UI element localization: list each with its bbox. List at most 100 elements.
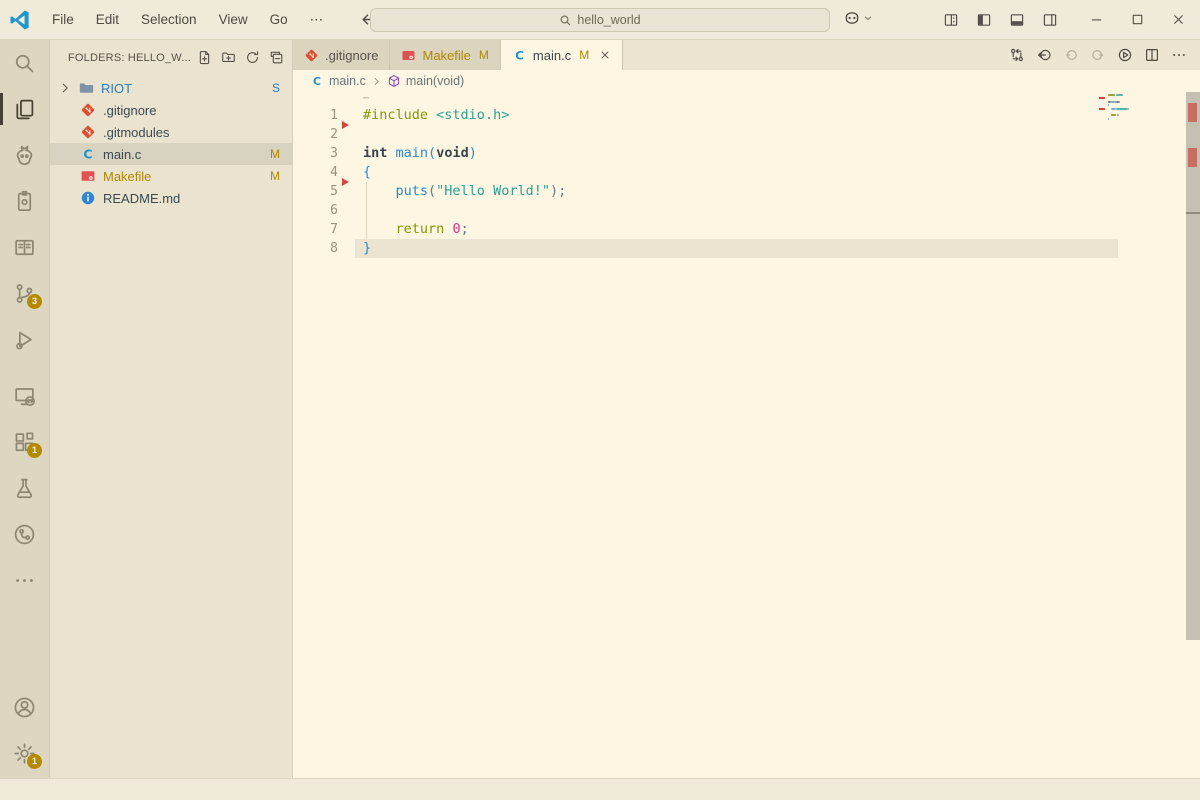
code-token: main [395,145,429,161]
code-token: ( [428,145,437,161]
ellipsis-icon [13,569,36,592]
overview-deleted-marker [1188,148,1197,167]
git-status-badge: M [270,169,280,183]
sidebar-item-makefile[interactable]: Makefile M [50,165,292,187]
activity-item-explorer[interactable] [0,86,49,132]
collapse-all-icon[interactable] [269,50,284,65]
code-line-6[interactable]: 6 [293,201,1200,220]
code-line-3[interactable]: 3 int main(void) [293,144,1200,163]
fold-ellipsis[interactable]: ⋯ [293,92,1200,106]
activity-item-dev-board[interactable] [0,178,49,224]
activity-item-settings[interactable]: 1 [0,730,49,776]
sidebar-item-gitmodules[interactable]: .gitmodules [50,121,292,143]
activity-item-raspberry-pi[interactable] [0,132,49,178]
code-token: ); [549,183,567,199]
menu-view[interactable]: View [208,12,259,28]
activity-item-run-debug[interactable] [0,316,49,362]
activity-item-more[interactable] [0,557,49,603]
info-icon [80,190,96,206]
tab-modified-badge: M [579,48,590,62]
tabs: .gitignore Makefile M Cmain.c M [293,40,624,70]
sidebar-item-gitignore[interactable]: .gitignore [50,99,292,121]
compare-changes-icon[interactable] [1009,47,1025,63]
refresh-icon[interactable] [245,50,260,65]
breadcrumb[interactable]: Cmain.c main(void) [293,70,1200,92]
tab-label: .gitignore [325,47,379,63]
vscode-logo-icon [9,9,31,31]
code-token: "Hello World!" [436,183,550,199]
activity-item-accounts[interactable] [0,684,49,730]
activity-badge: 1 [27,443,42,458]
activity-item-search[interactable] [0,40,49,86]
tab-main-c[interactable]: Cmain.c M [500,40,624,70]
svg-text:C: C [83,146,92,161]
editor-scrollbar[interactable] [1186,92,1200,640]
circle-prev-icon[interactable] [1063,47,1079,63]
command-search-box[interactable]: hello_world [370,8,830,32]
code-token: { [363,164,372,180]
activity-item-remote-explorer[interactable] [0,373,49,419]
status-bar [0,778,1200,800]
code-token: return [395,221,445,237]
close-icon[interactable] [599,49,611,61]
breadcrumb-item-main-c[interactable]: main.c [329,74,366,88]
close-icon[interactable] [1171,12,1186,27]
sidebar-item-readme-md[interactable]: README.md [50,187,292,209]
activity-item-source-control[interactable]: 3 [0,270,49,316]
menu-file[interactable]: File [41,12,85,28]
raspberry-icon [13,144,36,167]
file-label: .gitignore [103,102,157,118]
minimize-icon[interactable] [1089,12,1104,27]
sidebar-title: FOLDERS: HELLO_W... [68,51,192,64]
copilot-menu[interactable] [843,9,873,27]
code-line-1[interactable]: 1 #include <stdio.h> [293,106,1200,125]
activity-item-source-control-graph[interactable] [0,511,49,557]
menu-selection[interactable]: Selection [130,12,208,28]
activity-item-extensions[interactable]: 1 [0,419,49,465]
code-token: <stdio.h> [436,107,510,123]
new-file-icon[interactable] [197,50,212,65]
git-icon [80,124,96,140]
ellipsis-icon[interactable] [1171,47,1187,63]
menu-edit[interactable]: Edit [85,12,130,28]
code-editor[interactable]: ⋯ 1 #include <stdio.h> 2 3 int main(void) 4{5… [293,92,1200,778]
code-line-8[interactable]: 8} [293,239,1200,258]
minimap-segment [1108,104,1109,107]
minimap[interactable] [1099,94,1168,121]
layout-panel-icon[interactable] [1009,12,1025,28]
run-circle-icon[interactable] [1117,47,1133,63]
maximize-icon[interactable] [1130,12,1145,27]
code-line-2[interactable]: 2 [293,120,1200,144]
layout-customize-icon[interactable] [943,12,959,28]
window-controls [1089,12,1186,27]
activity-item-docs[interactable] [0,224,49,270]
split-editor-icon[interactable] [1144,47,1160,63]
circle-arrow-left-icon[interactable] [1036,47,1052,63]
code-line-5[interactable]: 5 puts("Hello World!"); [293,177,1200,201]
file-label: RIOT [101,80,133,96]
tab-gitignore[interactable]: .gitignore [293,40,391,70]
activity-item-testing[interactable] [0,465,49,511]
layout-sidebar-left-icon[interactable] [976,12,992,28]
line-number: 3 [330,146,338,161]
circle-next-icon[interactable] [1090,47,1106,63]
minimap-git-marker [1099,97,1105,100]
menu-[interactable]: ⋯ [299,12,335,28]
git-deleted-marker[interactable] [342,120,349,129]
menu-go[interactable]: Go [259,12,299,28]
git-deleted-marker[interactable] [342,177,349,186]
symbol-method-icon [387,74,401,88]
minimap-git-marker [1099,107,1105,110]
layout-sidebar-right-icon[interactable] [1042,12,1058,28]
code-line-4[interactable]: 4{ [293,163,1200,182]
breadcrumb-item-main-void[interactable]: main(void) [406,74,464,88]
sidebar-section-header[interactable]: FOLDERS: HELLO_W... [50,40,292,67]
tab-makefile[interactable]: Makefile M [390,40,501,70]
sidebar-item-main-c[interactable]: Cmain.c M [50,143,292,165]
minimap-row [1099,107,1168,110]
tab-label: main.c [532,47,572,63]
new-folder-icon[interactable] [221,50,236,65]
sidebar-item-riot[interactable]: RIOT S [50,77,292,99]
code-line-7[interactable]: 7 return 0; [293,220,1200,239]
